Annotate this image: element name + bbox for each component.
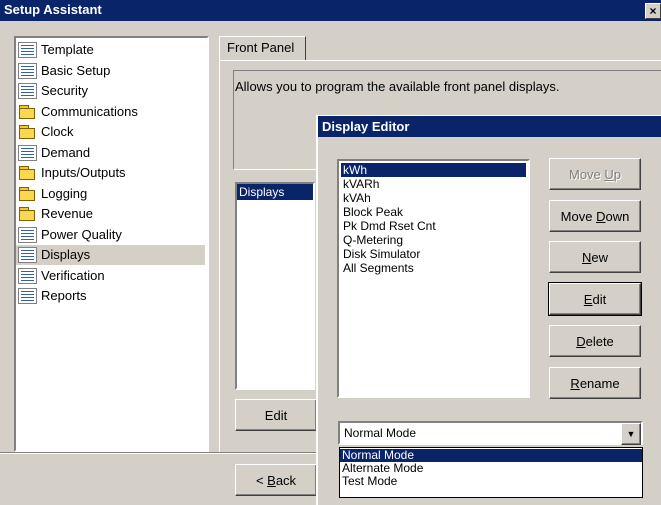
tree-item-verification[interactable]: Verification (16, 266, 205, 286)
display-list-item[interactable]: All Segments (341, 261, 526, 275)
tree-item-security[interactable]: Security (16, 81, 205, 101)
tree-item-label: Verification (41, 267, 105, 283)
move-down-button[interactable]: Move Down (549, 200, 641, 232)
folder-icon (18, 186, 37, 202)
close-icon: × (649, 4, 657, 18)
document-icon (18, 62, 37, 79)
tree-item-label: Clock (41, 124, 74, 139)
edit-display-button[interactable]: Edit (235, 399, 317, 431)
back-label: < Back (255, 472, 297, 488)
folder-icon (18, 124, 37, 140)
tree-item-label: Template (41, 42, 94, 57)
document-icon (18, 144, 37, 161)
close-button[interactable]: × (645, 3, 661, 19)
window-title: Setup Assistant (4, 2, 102, 17)
mode-dropdown-list[interactable]: Normal Mode Alternate Mode Test Mode (339, 447, 643, 498)
dialog-title: Display Editor (322, 119, 410, 134)
document-icon (18, 267, 37, 284)
tree-item-label: Security (41, 83, 88, 98)
document-icon (18, 247, 37, 263)
edit-display-label: Edit (264, 407, 288, 423)
mode-select-value: Normal Mode (344, 426, 417, 440)
tree-item-demand[interactable]: Demand (16, 143, 205, 163)
display-list-item[interactable]: Block Peak (341, 205, 526, 219)
folder-icon (18, 104, 37, 120)
tree-item-label: Reports (41, 288, 87, 303)
edit-label: Edit (583, 291, 607, 307)
tree-item-basic-setup[interactable]: Basic Setup (16, 61, 205, 81)
tree-item-inputs-outputs[interactable]: Inputs/Outputs (16, 163, 205, 183)
move-up-label: Move Up (568, 166, 622, 182)
rename-label: Rename (570, 375, 620, 391)
back-button[interactable]: < Back (235, 464, 317, 496)
new-button[interactable]: New (549, 241, 641, 273)
tab-front-panel-label: Front Panel (227, 40, 295, 55)
dropdown-arrow-button[interactable]: ▼ (621, 423, 641, 445)
tree-item-label: Inputs/Outputs (41, 165, 126, 180)
display-list-item[interactable]: Pk Dmd Rset Cnt (341, 219, 526, 233)
tree-item-communications[interactable]: Communications (16, 102, 205, 122)
display-list-item[interactable]: kWh (341, 163, 526, 177)
mode-select[interactable]: Normal Mode ▼ (338, 421, 643, 445)
document-icon (18, 288, 37, 304)
document-icon (18, 226, 37, 243)
tree-item-label: Displays (41, 247, 91, 262)
display-list-item[interactable]: Q-Metering (341, 233, 526, 247)
tree-item-displays[interactable]: Displays (16, 245, 205, 265)
tree-item-label: Logging (41, 185, 88, 201)
display-list-item[interactable]: kVAh (341, 191, 526, 205)
move-up-button[interactable]: Move Up (549, 158, 641, 190)
rename-button[interactable]: Rename (549, 367, 641, 399)
document-icon (18, 42, 37, 58)
tree-item-power-quality[interactable]: Power Quality (16, 225, 205, 245)
tree-item-logging[interactable]: Logging (16, 184, 205, 204)
tree-item-label: Basic Setup (41, 62, 111, 78)
folder-icon (18, 165, 37, 181)
displays-list[interactable]: Displays (235, 182, 315, 390)
delete-button[interactable]: Delete (549, 325, 641, 357)
new-label: New (581, 249, 608, 265)
delete-label: Delete (576, 333, 614, 349)
display-list-item[interactable]: kVARh (341, 177, 526, 191)
tree-item-clock[interactable]: Clock (16, 122, 205, 142)
displays-list-item[interactable]: Displays (237, 184, 313, 200)
tree-item-revenue[interactable]: Revenue (16, 204, 205, 224)
tab-front-panel[interactable]: Front Panel (219, 36, 306, 60)
tree-item-label: Power Quality (41, 226, 122, 242)
display-list-item[interactable]: Disk Simulator (341, 247, 526, 261)
folder-icon (18, 206, 37, 222)
dialog-title-bar: Display Editor (318, 116, 661, 137)
tree-item-reports[interactable]: Reports (16, 286, 205, 306)
mode-option[interactable]: Test Mode (340, 475, 642, 488)
edit-button[interactable]: Edit (548, 282, 642, 316)
setup-tree[interactable]: Template Basic Setup Security Communication… (14, 36, 209, 452)
tree-item-template[interactable]: Template (16, 40, 205, 60)
move-down-label: Move Down (560, 208, 630, 224)
tree-item-label: Demand (41, 144, 91, 160)
tree-item-label: Communications (41, 103, 138, 119)
tree-item-label: Revenue (41, 206, 94, 221)
window-title-bar: Setup Assistant (0, 0, 661, 21)
display-list[interactable]: kWh kVARh kVAh Block Peak Pk Dmd Rset Cnt Q-M… (337, 159, 530, 398)
chevron-down-icon: ▼ (626, 429, 636, 439)
document-icon (18, 83, 37, 99)
